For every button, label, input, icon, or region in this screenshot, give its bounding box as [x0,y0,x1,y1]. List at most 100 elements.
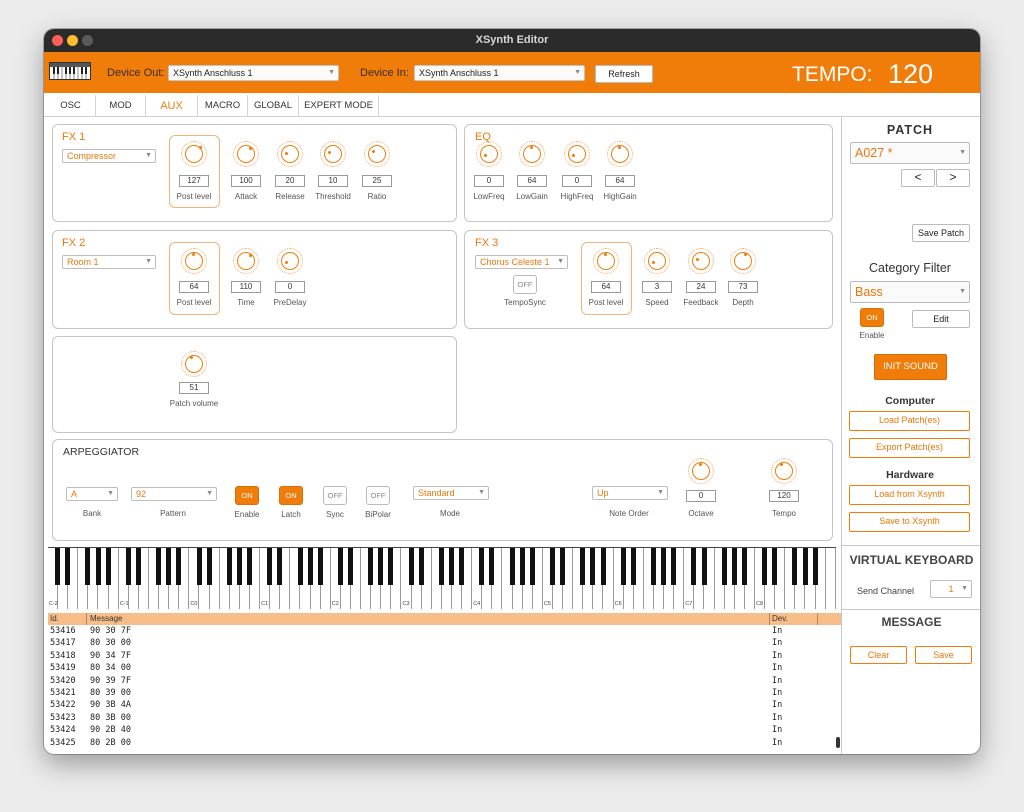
black-key[interactable] [620,548,626,585]
eq-lowfreq-value[interactable]: 0 [474,175,504,187]
black-key[interactable] [479,548,485,585]
eq-lowgain-knob[interactable] [519,141,545,167]
fx3-depth-knob[interactable] [730,248,756,274]
zoom-window-button[interactable] [82,35,93,46]
load-from-xsynth-button[interactable]: Load from Xsynth [849,485,970,505]
black-key[interactable] [236,548,242,585]
fx1-attack-value[interactable]: 100 [231,175,261,187]
fx1-post-level-value[interactable]: 127 [179,175,209,187]
black-key[interactable] [206,548,212,585]
fx3-speed-knob[interactable] [644,248,670,274]
fx1-ratio-value[interactable]: 25 [362,175,392,187]
black-key[interactable] [317,548,323,585]
black-key[interactable] [297,548,303,585]
black-key[interactable] [388,548,394,585]
fx2-post-level-value[interactable]: 64 [179,281,209,293]
message-row[interactable]: 53418 90 34 7F In [48,651,828,663]
fx1-attack-knob[interactable] [233,141,259,167]
virtual-keyboard[interactable]: C-2 C-1 C0 C1 C2 C3 C4 C5 C6 C7 C8 [48,547,836,609]
black-key[interactable] [418,548,424,585]
message-row[interactable]: 53425 80 2B 00 In [48,738,828,750]
black-key[interactable] [701,548,707,585]
arp-mode-select[interactable]: Standard ▼ [413,486,489,500]
black-key[interactable] [176,548,182,585]
black-key[interactable] [277,548,283,585]
black-key[interactable] [226,548,232,585]
save-messages-button[interactable]: Save [915,646,972,664]
eq-lowfreq-knob[interactable] [476,141,502,167]
black-key[interactable] [408,548,414,585]
tab-macro[interactable]: MACRO [198,95,248,117]
fx2-time-value[interactable]: 110 [231,281,261,293]
fx3-feedback-knob[interactable] [688,248,714,274]
tab-mod[interactable]: MOD [96,95,146,117]
black-key[interactable] [337,548,343,585]
fx3-post-level-knob[interactable] [593,248,619,274]
close-window-button[interactable] [52,35,63,46]
black-key[interactable] [307,548,313,585]
device-out-select[interactable]: XSynth Anschluss 1 ▼ [168,65,339,81]
eq-highgain-knob[interactable] [607,141,633,167]
black-key[interactable] [792,548,798,585]
message-row[interactable]: 53417 80 30 00 In [48,638,828,650]
black-key[interactable] [731,548,737,585]
fx1-type-select[interactable]: Compressor ▼ [62,149,156,163]
category-edit-button[interactable]: Edit [912,310,970,328]
eq-highgain-value[interactable]: 64 [605,175,635,187]
tab-aux[interactable]: AUX [146,95,198,117]
black-key[interactable] [125,548,131,585]
fx2-post-level-knob[interactable] [181,248,207,274]
message-row[interactable]: 53416 90 30 7F In [48,626,828,638]
save-patch-button[interactable]: Save Patch [912,224,970,242]
black-key[interactable] [651,548,656,585]
black-key[interactable] [550,548,555,585]
black-key[interactable] [580,548,586,585]
black-key[interactable] [348,548,353,585]
export-patches-button[interactable]: Export Patch(es) [849,438,970,458]
eq-highfreq-knob[interactable] [564,141,590,167]
black-key[interactable] [560,548,566,585]
next-patch-button[interactable]: > [936,169,970,187]
prev-patch-button[interactable]: < [901,169,935,187]
black-key[interactable] [247,548,252,585]
black-key[interactable] [438,548,444,585]
fx3-type-select[interactable]: Chorus Celeste 1 ▼ [475,255,568,269]
black-key[interactable] [590,548,596,585]
black-key[interactable] [166,548,172,585]
arp-note-order-select[interactable]: Up ▼ [592,486,668,500]
message-row[interactable]: 53424 90 2B 40 In [48,725,828,737]
patch-volume-knob[interactable] [181,351,207,377]
black-key[interactable] [600,548,606,585]
refresh-button[interactable]: Refresh [595,65,653,83]
fx1-release-value[interactable]: 20 [275,175,305,187]
message-row[interactable]: 53421 80 39 00 In [48,688,828,700]
arp-sync-toggle[interactable]: OFF [323,486,347,505]
black-key[interactable] [95,548,101,585]
fx1-post-level-knob[interactable] [181,141,207,167]
arp-pattern-select[interactable]: 92 ▼ [131,487,217,501]
category-enable-toggle[interactable]: ON [860,308,884,327]
eq-highfreq-value[interactable]: 0 [562,175,592,187]
black-key[interactable] [55,548,61,585]
fx3-depth-value[interactable]: 73 [728,281,758,293]
arp-octave-value[interactable]: 0 [686,490,716,502]
patch-volume-value[interactable]: 51 [179,382,209,394]
black-key[interactable] [661,548,667,585]
patch-select[interactable]: A027 * ▼ [850,142,970,164]
black-key[interactable] [721,548,727,585]
fx2-predelay-value[interactable]: 0 [275,281,305,293]
black-key[interactable] [105,548,111,585]
black-key[interactable] [772,548,778,585]
black-key[interactable] [368,548,374,585]
load-patches-button[interactable]: Load Patch(es) [849,411,970,431]
black-key[interactable] [156,548,162,585]
black-key[interactable] [802,548,808,585]
black-key[interactable] [196,548,202,585]
black-key[interactable] [671,548,677,585]
black-key[interactable] [135,548,141,585]
white-key[interactable] [826,548,836,609]
scrollbar-thumb[interactable] [836,737,840,748]
black-key[interactable] [489,548,495,585]
arp-bank-select[interactable]: A ▼ [66,487,118,501]
tab-expert-mode[interactable]: EXPERT MODE [299,95,379,117]
